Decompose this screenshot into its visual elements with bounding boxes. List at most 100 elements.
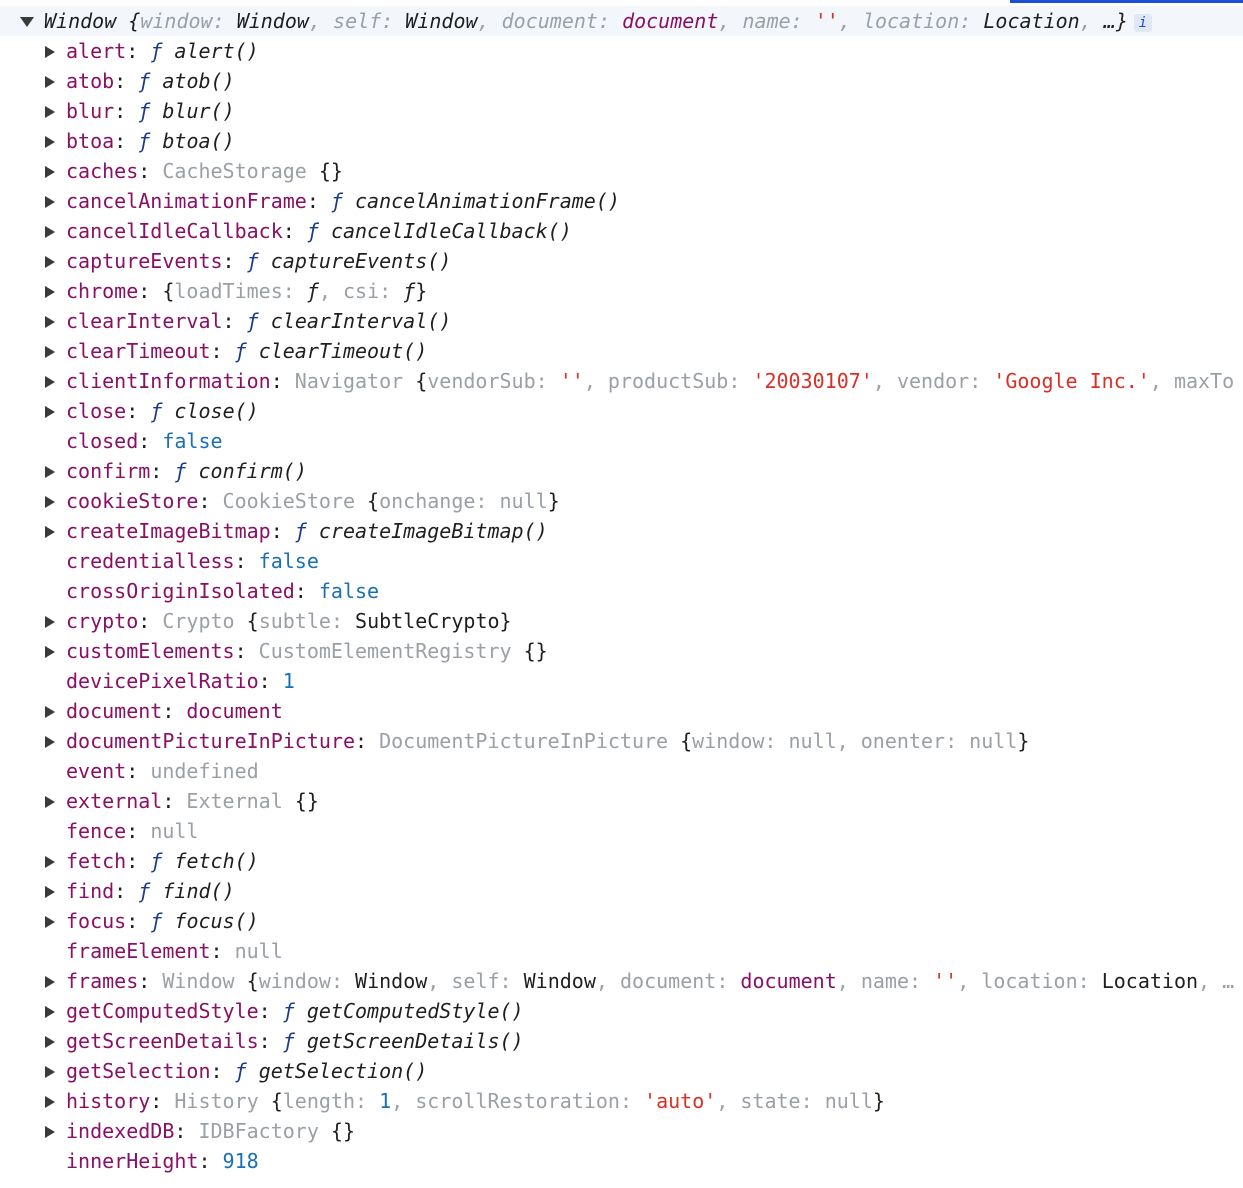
- expand-arrow-icon[interactable]: [45, 1036, 55, 1048]
- property-row-confirm[interactable]: confirm: ƒ confirm(): [0, 456, 1243, 486]
- property-text: crossOriginIsolated: false: [66, 576, 379, 606]
- expand-arrow-icon[interactable]: [45, 706, 55, 718]
- window-object-header[interactable]: Window {window: Window, self: Window, do…: [0, 6, 1243, 36]
- colon: :: [126, 759, 151, 783]
- expand-arrow-icon[interactable]: [20, 17, 34, 27]
- property-row-focus[interactable]: focus: ƒ focus(): [0, 906, 1243, 936]
- expand-arrow-icon[interactable]: [45, 376, 55, 388]
- property-row-external[interactable]: external: External {}: [0, 786, 1243, 816]
- property-row-getScreenDetails[interactable]: getScreenDetails: ƒ getScreenDetails(): [0, 1026, 1243, 1056]
- expand-arrow-icon[interactable]: [45, 1006, 55, 1018]
- property-row-alert[interactable]: alert: ƒ alert(): [0, 36, 1243, 66]
- property-value-part: Location: [1101, 969, 1199, 993]
- property-value-part: document: [740, 969, 837, 993]
- property-value-part: History: [174, 1089, 271, 1113]
- property-value-part: blur(): [162, 99, 235, 123]
- property-row-chrome[interactable]: chrome: {loadTimes: ƒ, csi: ƒ}: [0, 276, 1243, 306]
- property-row-cancelIdleCallback[interactable]: cancelIdleCallback: ƒ cancelIdleCallback…: [0, 216, 1243, 246]
- property-value-part: getSelection(): [258, 1059, 428, 1083]
- property-text: caches: CacheStorage {}: [66, 156, 343, 186]
- expand-arrow-icon[interactable]: [45, 796, 55, 808]
- property-text: cookieStore: CookieStore {onchange: null…: [66, 486, 560, 516]
- property-value-part: btoa(): [162, 129, 235, 153]
- expand-arrow-icon[interactable]: [45, 646, 55, 658]
- expand-arrow-icon[interactable]: [45, 616, 55, 628]
- property-value-part: {}: [294, 789, 319, 813]
- property-value-part: null: [150, 819, 199, 843]
- property-row-find[interactable]: find: ƒ find(): [0, 876, 1243, 906]
- property-text: blur: ƒ blur(): [66, 96, 235, 126]
- expand-arrow-icon[interactable]: [45, 916, 55, 928]
- property-value-part: {: [367, 489, 380, 513]
- expand-arrow-icon[interactable]: [45, 1126, 55, 1138]
- colon: :: [198, 489, 223, 513]
- preview-value: Location: [983, 9, 1080, 33]
- expand-arrow-icon[interactable]: [45, 76, 55, 88]
- property-row-customElements[interactable]: customElements: CustomElementRegistry {}: [0, 636, 1243, 666]
- expand-arrow-icon[interactable]: [45, 886, 55, 898]
- expand-arrow-icon[interactable]: [45, 136, 55, 148]
- property-value-part: ƒ: [138, 879, 163, 903]
- expand-arrow-icon[interactable]: [45, 346, 55, 358]
- property-row-documentPictureInPicture[interactable]: documentPictureInPicture: DocumentPictur…: [0, 726, 1243, 756]
- expand-arrow-icon[interactable]: [45, 256, 55, 268]
- property-row-clientInformation[interactable]: clientInformation: Navigator {vendorSub:…: [0, 366, 1243, 396]
- property-row-atob[interactable]: atob: ƒ atob(): [0, 66, 1243, 96]
- expand-arrow-icon[interactable]: [45, 1096, 55, 1108]
- property-row-getComputedStyle[interactable]: getComputedStyle: ƒ getComputedStyle(): [0, 996, 1243, 1026]
- property-row-clearInterval[interactable]: clearInterval: ƒ clearInterval(): [0, 306, 1243, 336]
- property-text: btoa: ƒ btoa(): [66, 126, 235, 156]
- property-row-cookieStore[interactable]: cookieStore: CookieStore {onchange: null…: [0, 486, 1243, 516]
- property-row-btoa[interactable]: btoa: ƒ btoa(): [0, 126, 1243, 156]
- property-value-part: ƒ: [150, 39, 175, 63]
- expand-arrow-icon[interactable]: [45, 856, 55, 868]
- property-row-caches[interactable]: caches: CacheStorage {}: [0, 156, 1243, 186]
- expand-arrow-icon[interactable]: [45, 526, 55, 538]
- property-text: atob: ƒ atob(): [66, 66, 235, 96]
- expand-arrow-icon[interactable]: [45, 286, 55, 298]
- expand-arrow-icon[interactable]: [45, 406, 55, 418]
- property-row-blur[interactable]: blur: ƒ blur(): [0, 96, 1243, 126]
- property-row-getSelection[interactable]: getSelection: ƒ getSelection(): [0, 1056, 1243, 1086]
- expand-arrow-icon[interactable]: [45, 466, 55, 478]
- property-row-frames[interactable]: frames: Window {window: Window, self: Wi…: [0, 966, 1243, 996]
- property-value-part: :: [499, 969, 524, 993]
- expand-arrow-icon[interactable]: [45, 196, 55, 208]
- expand-arrow-icon[interactable]: [45, 166, 55, 178]
- property-key: crossOriginIsolated: [66, 579, 295, 603]
- expand-arrow-icon[interactable]: [45, 106, 55, 118]
- property-value-part: ƒ: [150, 399, 175, 423]
- property-value-part: 1: [282, 669, 295, 693]
- property-row-document[interactable]: document: document: [0, 696, 1243, 726]
- property-row-credentialless: credentialless: false: [0, 546, 1243, 576]
- expand-arrow-icon[interactable]: [45, 496, 55, 508]
- property-key: createImageBitmap: [66, 519, 271, 543]
- expand-arrow-icon[interactable]: [45, 736, 55, 748]
- property-text: cancelIdleCallback: ƒ cancelIdleCallback…: [66, 216, 572, 246]
- property-row-fetch[interactable]: fetch: ƒ fetch(): [0, 846, 1243, 876]
- property-row-crypto[interactable]: crypto: Crypto {subtle: SubtleCrypto}: [0, 606, 1243, 636]
- property-key: alert: [66, 39, 127, 63]
- property-row-cancelAnimationFrame[interactable]: cancelAnimationFrame: ƒ cancelAnimationF…: [0, 186, 1243, 216]
- expand-arrow-icon[interactable]: [45, 316, 55, 328]
- property-key: crypto: [66, 609, 139, 633]
- property-row-createImageBitmap[interactable]: createImageBitmap: ƒ createImageBitmap(): [0, 516, 1243, 546]
- property-row-history[interactable]: history: History {length: 1, scrollResto…: [0, 1086, 1243, 1116]
- property-key: frameElement: [66, 939, 211, 963]
- expand-arrow-icon[interactable]: [45, 226, 55, 238]
- property-text: getComputedStyle: ƒ getComputedStyle(): [66, 996, 524, 1026]
- property-value-part: {: [246, 609, 259, 633]
- separator: ,: [308, 9, 334, 33]
- property-row-indexedDB[interactable]: indexedDB: IDBFactory {}: [0, 1116, 1243, 1146]
- property-value-part: self: [451, 969, 500, 993]
- expand-arrow-icon[interactable]: [45, 46, 55, 58]
- property-row-close[interactable]: close: ƒ close(): [0, 396, 1243, 426]
- property-value-part: '': [933, 969, 958, 993]
- property-value-part: ƒ: [330, 189, 356, 213]
- info-icon[interactable]: i: [1133, 13, 1152, 32]
- property-row-captureEvents[interactable]: captureEvents: ƒ captureEvents(): [0, 246, 1243, 276]
- property-key: customElements: [66, 639, 235, 663]
- expand-arrow-icon[interactable]: [45, 1066, 55, 1078]
- expand-arrow-icon[interactable]: [45, 976, 55, 988]
- property-row-clearTimeout[interactable]: clearTimeout: ƒ clearTimeout(): [0, 336, 1243, 366]
